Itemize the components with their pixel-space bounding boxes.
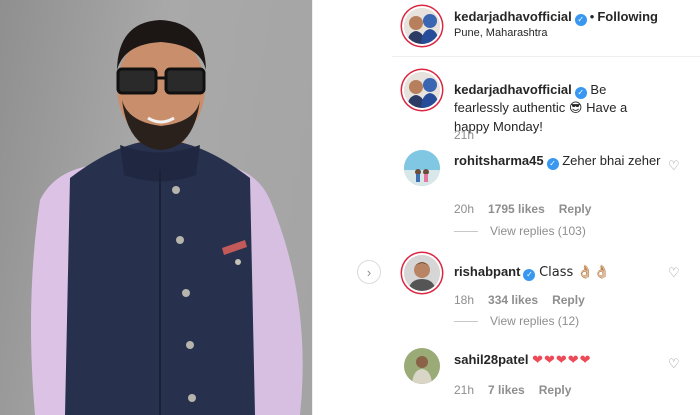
post-details-panel: kedarjadhavofficial ✓ • Following Pune, Mah… xyxy=(392,0,700,415)
comment-timestamp[interactable]: 20h xyxy=(454,202,474,216)
avatar[interactable] xyxy=(404,150,440,186)
replies-dash xyxy=(454,321,478,323)
separator-dot: • xyxy=(589,9,595,24)
comment-likes[interactable]: 334 likes xyxy=(488,293,538,307)
reply-button[interactable]: Reply xyxy=(552,293,585,307)
profile-picture xyxy=(404,150,440,186)
view-replies-label: View replies (103) xyxy=(490,224,586,238)
chevron-right-icon[interactable]: › xyxy=(357,260,381,284)
comment-likes[interactable]: 1795 likes xyxy=(488,202,545,216)
panel-divider xyxy=(312,0,313,415)
view-replies-button[interactable]: View replies (12) xyxy=(454,314,579,328)
avatar[interactable] xyxy=(404,255,440,291)
reply-button[interactable]: Reply xyxy=(539,383,572,397)
heart-outline-icon[interactable]: ♡ xyxy=(668,356,680,372)
profile-picture xyxy=(404,255,440,291)
avatar[interactable] xyxy=(404,8,440,44)
post-username[interactable]: kedarjadhavofficial xyxy=(454,9,572,24)
verified-badge-icon: ✓ xyxy=(574,14,587,26)
comment-username[interactable]: rishabpant xyxy=(454,264,520,279)
sunglasses-emoji: 😎 xyxy=(568,101,583,116)
reply-button[interactable]: Reply xyxy=(559,202,592,216)
heart-outline-icon[interactable]: ♡ xyxy=(668,158,680,174)
view-replies-button[interactable]: View replies (103) xyxy=(454,224,586,238)
heart-outline-icon[interactable]: ♡ xyxy=(668,265,680,281)
avatar[interactable] xyxy=(404,348,440,384)
verified-badge-icon: ✓ xyxy=(546,158,559,170)
profile-picture xyxy=(404,72,440,108)
comment-text: ❤❤❤❤❤ xyxy=(532,353,592,368)
man-in-nehru-jacket-illustration xyxy=(31,20,303,415)
post-header: kedarjadhavofficial ✓ • Following Pune, Mah… xyxy=(392,0,700,48)
comment-username[interactable]: sahil28patel xyxy=(454,352,528,367)
comment-likes[interactable]: 7 likes xyxy=(488,383,525,397)
caption-username[interactable]: kedarjadhavofficial xyxy=(454,82,572,97)
comment-text: Zeher bhai zeher xyxy=(562,153,661,168)
comment-timestamp[interactable]: 21h xyxy=(454,383,474,397)
verified-badge-icon: ✓ xyxy=(523,269,536,281)
post-location[interactable]: Pune, Maharashtra xyxy=(454,27,548,39)
header-divider xyxy=(392,56,700,57)
comment-username[interactable]: rohitsharma45 xyxy=(454,153,544,168)
post-photo xyxy=(0,0,312,415)
profile-picture xyxy=(404,8,440,44)
avatar[interactable] xyxy=(404,72,440,108)
comment-timestamp[interactable]: 18h xyxy=(454,293,474,307)
following-button[interactable]: Following xyxy=(597,9,658,24)
caption-timestamp[interactable]: 21h xyxy=(454,128,474,142)
view-replies-label: View replies (12) xyxy=(490,314,580,328)
verified-badge-icon: ✓ xyxy=(574,87,587,99)
comment-text: Class 👌🏼👌🏼 xyxy=(539,265,610,280)
profile-picture xyxy=(404,348,440,384)
replies-dash xyxy=(454,231,478,233)
